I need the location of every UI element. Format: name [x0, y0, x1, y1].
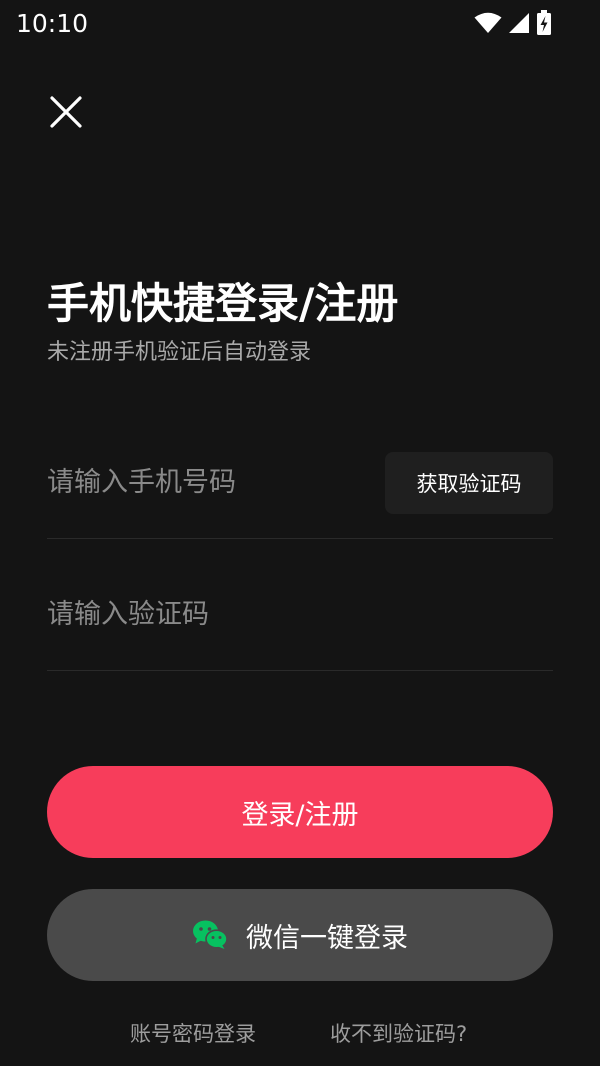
verification-code-input[interactable]: [47, 572, 527, 656]
wifi-icon: [474, 12, 502, 33]
wechat-icon: [193, 920, 228, 949]
wechat-login-button[interactable]: 微信一键登录: [47, 889, 553, 981]
battery-charging-icon: [537, 10, 551, 35]
status-bar: 10:10: [0, 0, 600, 48]
phone-input[interactable]: [47, 440, 367, 524]
close-icon[interactable]: [49, 95, 83, 129]
get-code-button[interactable]: 获取验证码: [385, 452, 553, 514]
page-title: 手机快捷登录/注册: [47, 279, 399, 328]
close-button[interactable]: [40, 86, 92, 138]
login-register-button[interactable]: 登录/注册: [47, 766, 553, 858]
no-code-link[interactable]: 收不到验证码?: [330, 1018, 467, 1050]
phone-field: 获取验证码: [47, 440, 553, 539]
page-subtitle: 未注册手机验证后自动登录: [47, 340, 312, 365]
password-login-link[interactable]: 账号密码登录: [130, 1018, 256, 1050]
code-field: [47, 572, 553, 671]
wechat-login-label: 微信一键登录: [246, 922, 408, 954]
signal-icon: [509, 13, 529, 33]
status-time: 10:10: [16, 9, 89, 38]
status-icons: [474, 10, 552, 36]
